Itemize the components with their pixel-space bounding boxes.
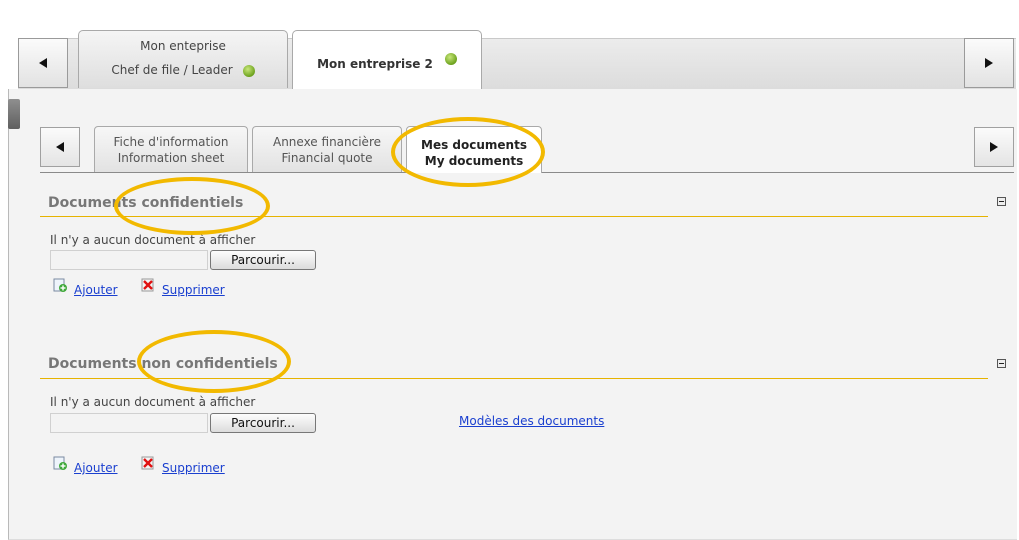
arrow-right-icon xyxy=(990,142,998,152)
file-path-input[interactable] xyxy=(50,250,208,270)
company-tabs-next-button[interactable] xyxy=(964,38,1014,88)
add-file-icon[interactable] xyxy=(53,278,67,292)
delete-button[interactable]: Supprimer xyxy=(162,461,225,475)
company-tabs-prev-button[interactable] xyxy=(18,38,68,88)
collapse-icon[interactable] xyxy=(997,197,1006,206)
file-path-input[interactable] xyxy=(50,413,208,433)
tab-company-1-name: Mon enteprise xyxy=(140,39,226,53)
empty-message: Il n'y a aucun document à afficher xyxy=(50,233,256,247)
collapse-icon[interactable] xyxy=(997,359,1006,368)
browse-button[interactable]: Parcourir... xyxy=(210,413,316,433)
document-templates-link[interactable]: Modèles des documents xyxy=(459,414,604,428)
tab-label-en: Financial quote xyxy=(281,151,373,165)
section-tabs-prev-button[interactable] xyxy=(40,127,80,167)
tab-label-fr: Annexe financière xyxy=(272,135,381,149)
tab-company-2-label: Mon entreprise 2 xyxy=(293,52,481,71)
top-strip xyxy=(0,0,1019,30)
add-button[interactable]: Ajouter xyxy=(74,283,118,297)
tab-label-fr: Fiche d'information xyxy=(113,135,229,149)
status-dot-icon xyxy=(242,64,255,77)
tab-financial-quote[interactable]: Annexe financière Financial quote xyxy=(252,126,402,172)
section-tabs-next-button[interactable] xyxy=(974,127,1014,167)
add-button[interactable]: Ajouter xyxy=(74,461,118,475)
add-file-icon[interactable] xyxy=(53,456,67,470)
tab-label-en: Information sheet xyxy=(117,151,225,165)
tab-company-1-role: Chef de file / Leader xyxy=(79,63,287,77)
tab-my-documents[interactable]: Mes documents My documents xyxy=(406,126,542,173)
tab-company-1[interactable]: Mon enteprise Chef de file / Leader xyxy=(78,30,288,88)
delete-button[interactable]: Supprimer xyxy=(162,283,225,297)
tab-label-fr: Mes documents xyxy=(421,138,527,152)
section-title-non-confidential: Documents non confidentiels xyxy=(48,356,278,372)
scrollbar-handle[interactable] xyxy=(8,99,20,129)
arrow-left-icon xyxy=(39,58,47,68)
tab-label-en: My documents xyxy=(424,154,524,168)
section-divider xyxy=(40,378,988,379)
tab-company-2[interactable]: Mon entreprise 2 xyxy=(292,30,482,89)
tab-information-sheet[interactable]: Fiche d'information Information sheet xyxy=(94,126,248,172)
delete-icon[interactable] xyxy=(141,456,155,470)
section-divider xyxy=(40,216,988,217)
section-title-confidential: Documents confidentiels xyxy=(48,195,244,211)
browse-button[interactable]: Parcourir... xyxy=(210,250,316,270)
status-dot-icon xyxy=(444,52,457,65)
empty-message: Il n'y a aucun document à afficher xyxy=(50,395,256,409)
delete-icon[interactable] xyxy=(141,278,155,292)
arrow-left-icon xyxy=(56,142,64,152)
arrow-right-icon xyxy=(985,58,993,68)
